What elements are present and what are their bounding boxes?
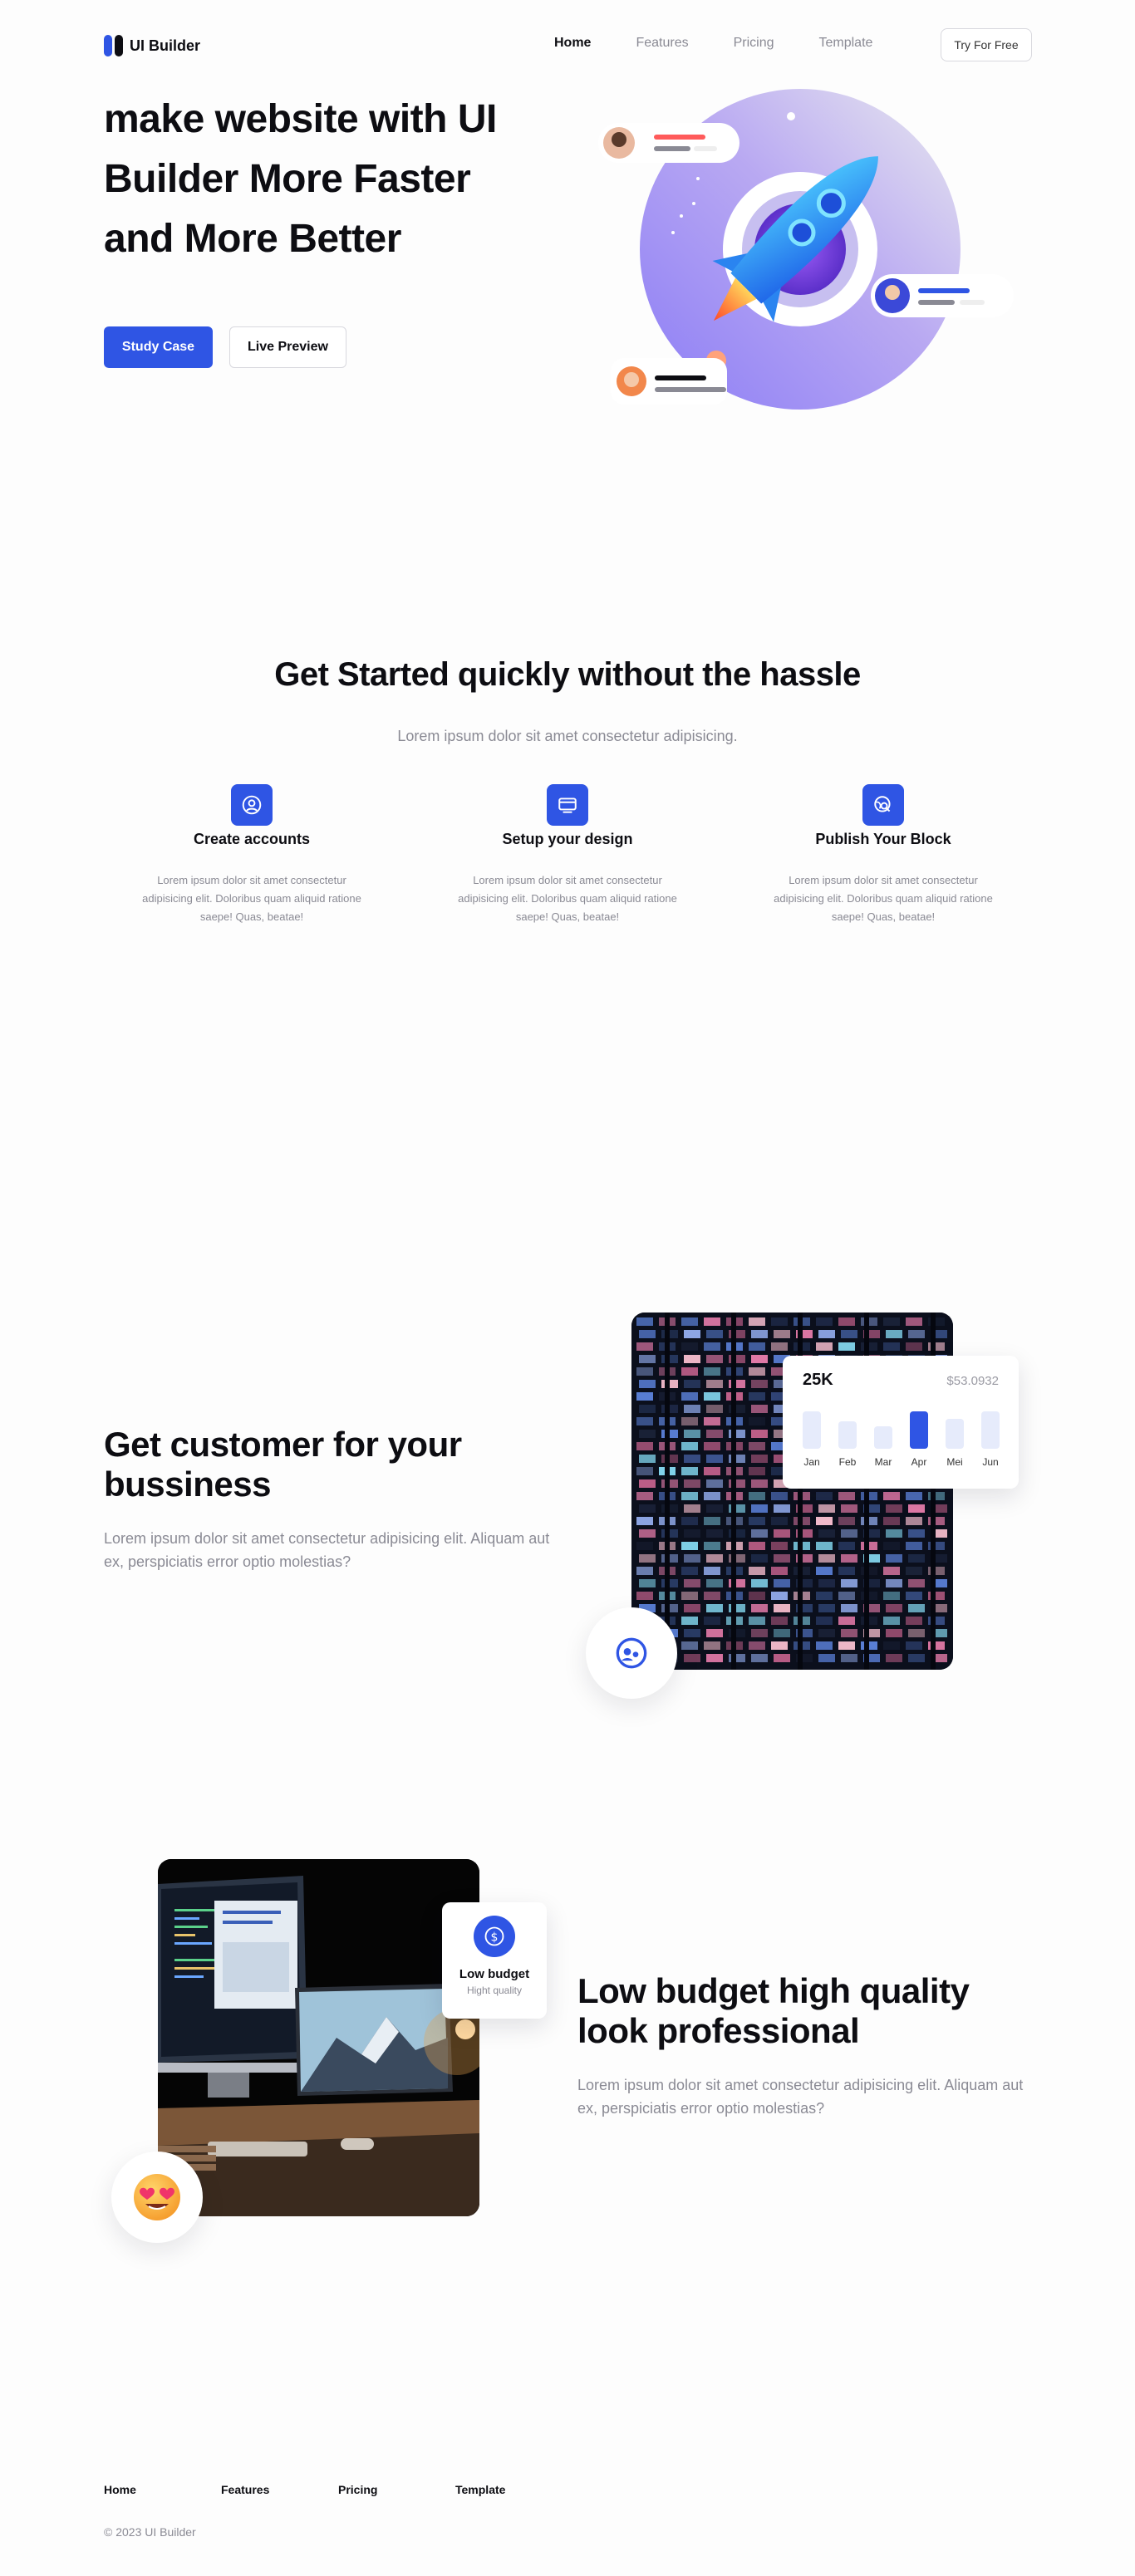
chart-month-label: Apr bbox=[911, 1456, 927, 1468]
feature-title: Create accounts bbox=[193, 831, 311, 847]
nav-link-template[interactable]: Template bbox=[819, 36, 873, 51]
user-circle-icon bbox=[231, 784, 273, 826]
footer-link-pricing[interactable]: Pricing bbox=[338, 2483, 455, 2496]
stats-card: 25K $53.0932 Jan Feb Mar Apr Mei Jun bbox=[783, 1356, 1019, 1489]
nav-link-features[interactable]: Features bbox=[636, 36, 688, 51]
feature-publish-block: Publish Your Block Lorem ipsum dolor sit… bbox=[759, 784, 1008, 926]
browser-window-icon bbox=[547, 784, 588, 826]
nav-link-home[interactable]: Home bbox=[554, 36, 591, 51]
desk-monitors-image bbox=[158, 1859, 479, 2216]
chart-bar bbox=[910, 1411, 928, 1449]
low-budget-card-subtitle: Hight quality bbox=[466, 1985, 523, 1996]
chart-bar bbox=[803, 1411, 821, 1449]
brand-name: UI Builder bbox=[130, 37, 201, 54]
hero-title-line: and More Better bbox=[104, 217, 401, 261]
low-budget-card-title: Low budget bbox=[459, 1967, 530, 1981]
user-card-bottom bbox=[611, 358, 727, 405]
copyright-text: © 2023 UI Builder bbox=[104, 2525, 196, 2539]
feature-title: Publish Your Block bbox=[815, 831, 951, 847]
feature-create-accounts: Create accounts Lorem ipsum dolor sit am… bbox=[127, 784, 376, 926]
hero-title-line: make website with UI bbox=[104, 97, 497, 141]
footer-links: Home Features Pricing Template bbox=[104, 2483, 572, 2496]
footer-link-features[interactable]: Features bbox=[221, 2483, 338, 2496]
hero-rocket-illustration bbox=[598, 89, 1014, 410]
feature-description: Lorem ipsum dolor sit amet consectetur a… bbox=[458, 874, 677, 923]
hero-actions: Study Case Live Preview bbox=[104, 326, 346, 368]
users-badge bbox=[586, 1607, 677, 1699]
workspace-photo bbox=[158, 1859, 479, 2216]
live-preview-button[interactable]: Live Preview bbox=[229, 326, 346, 368]
nav-link-pricing[interactable]: Pricing bbox=[734, 36, 774, 51]
chart-bar bbox=[946, 1419, 964, 1449]
chart-month-label: Mei bbox=[946, 1456, 962, 1468]
low-budget-title: Low budget high quality look professiona… bbox=[577, 1971, 970, 2050]
top-navigation: UI Builder Home Features Pricing Templat… bbox=[104, 28, 1032, 61]
users-group-icon bbox=[616, 1637, 647, 1669]
get-started-subtitle: Lorem ipsum dolor sit amet consectetur a… bbox=[397, 728, 738, 744]
chart-month-label: Mar bbox=[875, 1456, 892, 1468]
feature-description: Lorem ipsum dolor sit amet consectetur a… bbox=[774, 874, 993, 923]
chart-month-label: Feb bbox=[839, 1456, 857, 1468]
try-for-free-button[interactable]: Try For Free bbox=[941, 28, 1032, 61]
logo-mark-icon bbox=[104, 35, 123, 56]
low-budget-card: $ Low budget Hight quality bbox=[442, 1902, 547, 2019]
get-started-title: Get Started quickly without the hassle bbox=[274, 656, 861, 693]
nav-links: Home Features Pricing Template bbox=[554, 36, 917, 51]
hero-title: make website with UI Builder More Faster… bbox=[104, 90, 553, 269]
user-card-top bbox=[598, 123, 739, 163]
chart-month-label: Jan bbox=[803, 1456, 819, 1468]
mini-bar-chart: Jan Feb Mar Apr Mei Jun bbox=[803, 1411, 1000, 1468]
chart-month-label: Jun bbox=[982, 1456, 998, 1468]
customer-title: Get customer for your bussiness bbox=[104, 1425, 462, 1504]
footer-link-template[interactable]: Template bbox=[455, 2483, 572, 2496]
hero-title-line: Builder More Faster bbox=[104, 157, 471, 201]
dollar-coin-icon: $ bbox=[474, 1916, 515, 1957]
feature-title: Setup your design bbox=[502, 831, 633, 847]
brand-logo[interactable]: UI Builder bbox=[104, 35, 200, 56]
user-card-right bbox=[871, 274, 1014, 317]
chart-bar bbox=[838, 1421, 857, 1449]
chart-bar bbox=[874, 1426, 892, 1449]
feature-setup-design: Setup your design Lorem ipsum dolor sit … bbox=[443, 784, 692, 926]
heart-eyes-emoji-icon bbox=[134, 2174, 180, 2220]
feature-description: Lorem ipsum dolor sit amet consectetur a… bbox=[142, 874, 361, 923]
customer-description: Lorem ipsum dolor sit amet consectetur a… bbox=[104, 1530, 550, 1570]
globe-search-icon bbox=[862, 784, 904, 826]
study-case-button[interactable]: Study Case bbox=[104, 326, 213, 368]
svg-text:$: $ bbox=[491, 1931, 499, 1944]
chart-bar bbox=[981, 1411, 1000, 1449]
footer-link-home[interactable]: Home bbox=[104, 2483, 221, 2496]
emoji-badge bbox=[111, 2152, 203, 2243]
low-budget-description: Lorem ipsum dolor sit amet consectetur a… bbox=[577, 2077, 1024, 2117]
